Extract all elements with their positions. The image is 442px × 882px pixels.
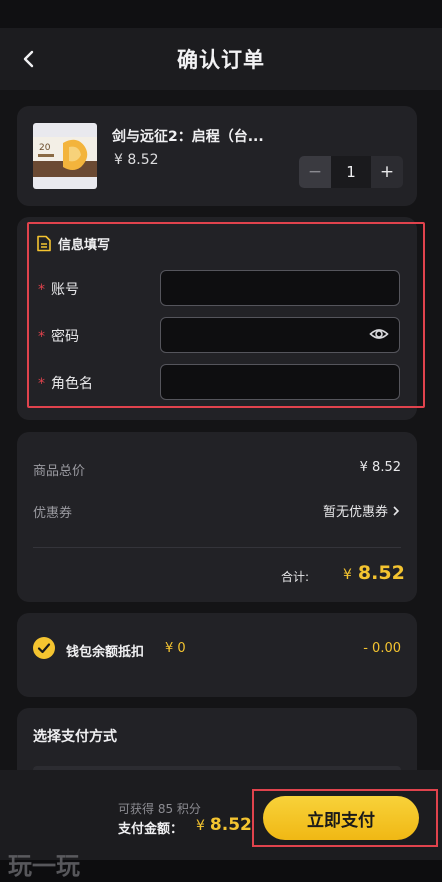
- watermark-logo: 玩一玩: [8, 852, 80, 880]
- info-section-title: 信息填写: [36, 234, 110, 253]
- pay-amount-label: 支付金额：: [118, 822, 184, 837]
- pay-now-button[interactable]: 立即支付: [263, 796, 419, 840]
- page-title: 确认订单: [177, 48, 265, 72]
- increase-quantity-button[interactable]: +: [371, 156, 403, 188]
- product-price: ¥ 8.52: [114, 152, 159, 168]
- summary-card: 商品总价 ¥ 8.52 优惠券 暂无优惠券 合计: ¥8.52: [17, 432, 417, 602]
- check-circle-icon[interactable]: [33, 637, 55, 659]
- password-label: * 密码: [38, 329, 79, 345]
- payment-method-title: 选择支付方式: [33, 729, 117, 745]
- wallet-label: 钱包余额抵扣: [66, 645, 145, 660]
- coupon-selector[interactable]: 暂无优惠券: [323, 501, 401, 520]
- coupon-value: 暂无优惠券: [322, 505, 388, 520]
- product-card: 20 剑与远征2：启程（台... ¥ 8.52 − 1 +: [17, 106, 417, 206]
- role-name-label: * 角色名: [38, 376, 93, 392]
- eye-icon[interactable]: [369, 324, 389, 344]
- account-input[interactable]: [160, 270, 400, 306]
- wallet-deduct: - 0.00: [363, 641, 401, 656]
- subtotal-value: ¥ 8.52: [359, 460, 401, 475]
- pay-amount-value: ¥8.52: [196, 815, 252, 835]
- role-name-input[interactable]: [160, 364, 400, 400]
- svg-text:20: 20: [39, 143, 51, 153]
- header: 确认订单: [0, 28, 442, 90]
- status-bar: [0, 0, 442, 28]
- total-value: ¥8.52: [343, 562, 405, 584]
- password-input[interactable]: [160, 317, 400, 353]
- divider: [33, 547, 401, 548]
- required-mark: *: [38, 282, 45, 298]
- quantity-value: 1: [331, 156, 371, 188]
- wallet-amount: ¥ 0: [165, 641, 186, 656]
- product-name: 剑与远征2：启程（台...: [112, 129, 264, 145]
- document-icon: [37, 235, 51, 252]
- subtotal-label: 商品总价: [33, 464, 86, 479]
- required-mark: *: [38, 376, 45, 392]
- info-section-label: 信息填写: [58, 238, 111, 253]
- back-icon[interactable]: [18, 46, 40, 72]
- account-label: * 账号: [38, 282, 79, 298]
- points-text: 可获得 85 积分: [118, 802, 201, 816]
- quantity-stepper: − 1 +: [299, 156, 403, 188]
- required-mark: *: [38, 329, 45, 345]
- coupon-label: 优惠券: [33, 506, 73, 521]
- total-label: 合计:: [281, 570, 310, 584]
- wallet-card: 钱包余额抵扣 ¥ 0 - 0.00: [17, 613, 417, 697]
- decrease-quantity-button[interactable]: −: [299, 156, 331, 188]
- product-thumbnail: 20: [33, 123, 97, 189]
- chevron-right-icon: [393, 505, 400, 516]
